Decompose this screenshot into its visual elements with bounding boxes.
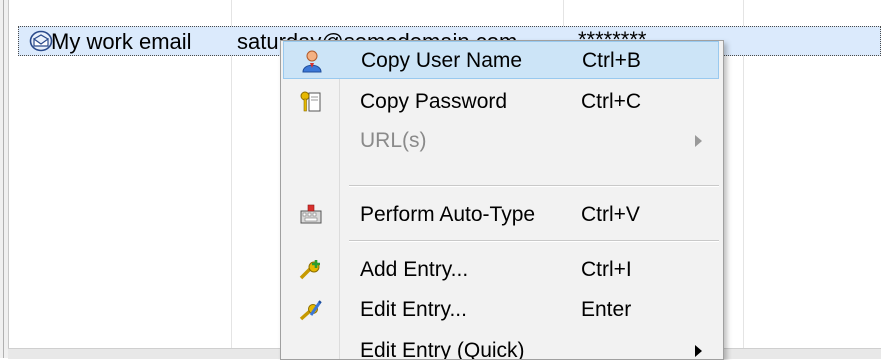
menu-item-edit-entry[interactable]: Edit Entry... Enter [283,291,719,329]
edit-key-icon [299,300,322,321]
context-menu: Copy User Name Ctrl+B Copy Password Ctrl… [280,40,724,360]
menu-item-perform-auto-type[interactable]: Perform Auto-Type Ctrl+V [283,196,719,234]
email-icon [29,30,53,52]
menu-item-add-entry[interactable]: Add Entry... Ctrl+I [283,251,719,289]
menu-separator [349,240,719,242]
menu-item-edit-entry-quick[interactable]: Edit Entry (Quick) [283,332,719,359]
user-icon [302,50,322,73]
keyboard-icon [300,204,322,224]
chevron-right-icon [695,135,702,147]
key-icon [300,91,321,112]
menu-separator [349,185,719,187]
entry-title: My work email [51,29,192,54]
menu-item-urls[interactable]: URL(s) [283,122,719,160]
chevron-right-icon [695,345,702,357]
add-key-icon [299,260,320,280]
menu-item-copy-user-name[interactable]: Copy User Name Ctrl+B [283,41,719,79]
window-left-border [0,0,9,358]
menu-item-copy-password[interactable]: Copy Password Ctrl+C [283,83,719,121]
